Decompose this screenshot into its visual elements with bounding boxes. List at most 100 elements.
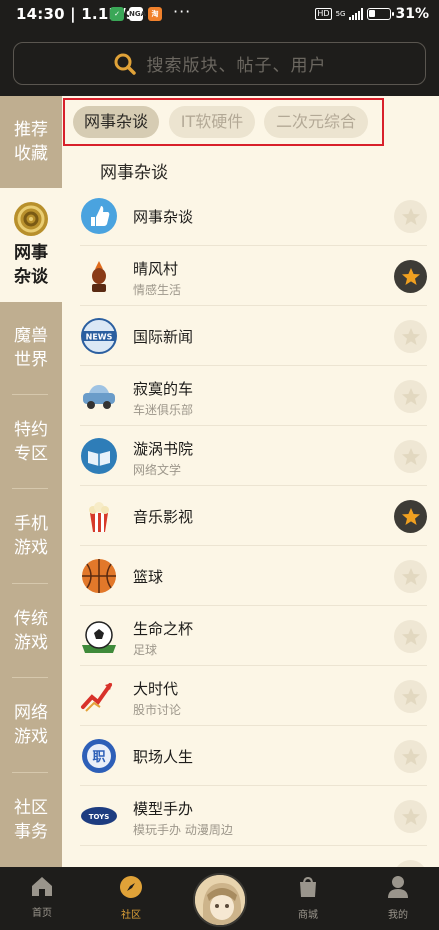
status-indicators: HD 5G 31% <box>315 6 429 22</box>
news-globe-icon: NEWS <box>80 317 118 355</box>
sidebar-item-label: 网络游戏 <box>14 703 48 747</box>
board-row[interactable]: 生命之杯 足球 <box>62 606 439 666</box>
board-name: 音乐影视 <box>133 508 194 526</box>
shield-app-icon: ✓ <box>110 7 124 21</box>
board-row[interactable]: 网事杂谈 <box>62 186 439 246</box>
board-row[interactable]: 职 职场人生 <box>62 726 439 786</box>
toys-logo-icon: TOYS <box>80 797 118 835</box>
signal-icon <box>349 8 364 20</box>
board-row[interactable]: TOYS 模型手办模玩手办 动漫周边 <box>62 786 439 846</box>
sidebar-item-label: 网事杂谈 <box>14 243 48 287</box>
notification-icons: ✓ NGA 淘 <box>110 7 162 21</box>
board-row[interactable]: 音乐影视 <box>62 486 439 546</box>
board-description: 网络文学 <box>133 463 182 477</box>
nav-mall-label: 商城 <box>298 910 318 921</box>
svg-text:NEWS: NEWS <box>86 333 113 342</box>
board-name: 模型手办 <box>133 800 194 818</box>
stock-chart-icon <box>80 677 118 715</box>
category-sidebar: 推荐收藏 网事杂谈 魔兽世界 特约专区 手机游戏 传统游戏 网络游戏 社区事务 <box>0 96 62 867</box>
sidebar-item-online-games[interactable]: 网络游戏 <box>0 679 62 771</box>
divider <box>12 488 48 489</box>
star-icon <box>401 207 420 225</box>
soccer-ball-icon <box>80 617 118 655</box>
board-name: 国际新闻 <box>133 328 194 346</box>
board-description: 足球 <box>133 643 158 657</box>
board-name: 职场人生 <box>133 748 194 766</box>
board-description: 情感生活 <box>133 283 182 297</box>
board-name: 寂寞的车 <box>133 380 194 398</box>
favorite-button[interactable] <box>394 800 427 833</box>
board-row[interactable]: 寂寞的车 车迷俱乐部 <box>62 366 439 426</box>
favorite-button[interactable] <box>394 500 427 533</box>
star-icon <box>401 327 420 345</box>
nga-app-icon: NGA <box>129 7 146 21</box>
sidebar-item-label: 魔兽世界 <box>14 326 48 370</box>
sidebar-item-special-zone[interactable]: 特约专区 <box>0 396 62 488</box>
favorite-button[interactable] <box>394 860 427 867</box>
board-description: 模玩手办 动漫周边 <box>133 823 233 837</box>
divider <box>12 677 48 678</box>
more-notifications-icon: ··· <box>173 2 192 21</box>
board-row[interactable]: NEWS 国际新闻 <box>62 306 439 366</box>
board-row[interactable]: 大时代 股市讨论 <box>62 666 439 726</box>
nav-profile-label: 我的 <box>388 910 408 921</box>
nav-mall[interactable]: 商城 <box>278 875 338 921</box>
sidebar-item-community-affairs[interactable]: 社区事务 <box>0 774 62 866</box>
sidebar-item-recommended[interactable]: 推荐收藏 <box>0 96 62 188</box>
divider <box>12 772 48 773</box>
favorite-button[interactable] <box>394 740 427 773</box>
nav-community[interactable]: 社区 <box>101 875 161 921</box>
favorite-button[interactable] <box>394 560 427 593</box>
popcorn-icon <box>80 497 118 535</box>
star-icon <box>401 627 420 645</box>
star-icon <box>401 807 420 825</box>
sidebar-item-label: 传统游戏 <box>14 609 48 653</box>
sidebar-item-label: 手机游戏 <box>14 514 48 558</box>
favorite-button[interactable] <box>394 260 427 293</box>
favorite-button[interactable] <box>394 680 427 713</box>
nav-home-label: 首页 <box>32 908 52 919</box>
sidebar-item-net-chat[interactable]: 网事杂谈 <box>0 188 62 302</box>
favorite-button[interactable] <box>394 200 427 233</box>
star-icon <box>401 387 420 405</box>
battery-icon <box>367 8 395 20</box>
shopping-bag-icon <box>300 876 316 897</box>
favorite-button[interactable] <box>394 380 427 413</box>
favorite-button[interactable] <box>394 440 427 473</box>
board-row[interactable]: 篮球 <box>62 546 439 606</box>
board-row[interactable]: 晴风村 情感生活 <box>62 246 439 306</box>
idol-statue-icon <box>80 257 118 295</box>
svg-text:TOYS: TOYS <box>89 813 110 821</box>
sidebar-item-warcraft[interactable]: 魔兽世界 <box>0 302 62 394</box>
center-avatar-button[interactable] <box>193 873 247 927</box>
bottom-nav: 首页 社区 商城 我的 <box>0 867 439 930</box>
network-type: 5G <box>335 9 346 18</box>
board-name: 大时代 <box>133 680 179 698</box>
nav-home[interactable]: 首页 <box>12 875 72 919</box>
board-row[interactable]: 家居装修 <box>62 846 439 867</box>
tabs-highlight-box <box>63 98 384 146</box>
battery-percent: 31% <box>395 6 429 22</box>
sidebar-item-classic-games[interactable]: 传统游戏 <box>0 585 62 677</box>
board-panel: 网事杂谈 IT软硬件 二次元综合 网事杂谈 网事杂谈 晴风村 情感生活 NEWS 国际新… <box>62 96 439 867</box>
board-name: 篮球 <box>133 568 164 586</box>
favorite-button[interactable] <box>394 320 427 353</box>
thumbs-up-icon <box>80 197 118 235</box>
star-icon <box>401 267 420 285</box>
career-badge-icon: 职 <box>80 737 118 775</box>
board-description: 股市讨论 <box>133 703 182 717</box>
mascot-avatar-icon <box>195 875 245 925</box>
section-title: 网事杂谈 <box>100 163 168 183</box>
sidebar-item-mobile-games[interactable]: 手机游戏 <box>0 490 62 582</box>
search-placeholder: 搜索版块、帖子、用户 <box>146 56 327 76</box>
board-name: 生命之杯 <box>133 620 194 638</box>
board-row[interactable]: 漩涡书院 网络文学 <box>62 426 439 486</box>
book-icon <box>80 437 118 475</box>
star-icon <box>401 747 420 765</box>
star-icon <box>401 447 420 465</box>
home-icon <box>80 857 118 867</box>
search-input[interactable]: 搜索版块、帖子、用户 <box>13 42 426 85</box>
sidebar-item-label: 特约专区 <box>14 420 48 464</box>
nav-profile[interactable]: 我的 <box>368 875 428 921</box>
favorite-button[interactable] <box>394 620 427 653</box>
